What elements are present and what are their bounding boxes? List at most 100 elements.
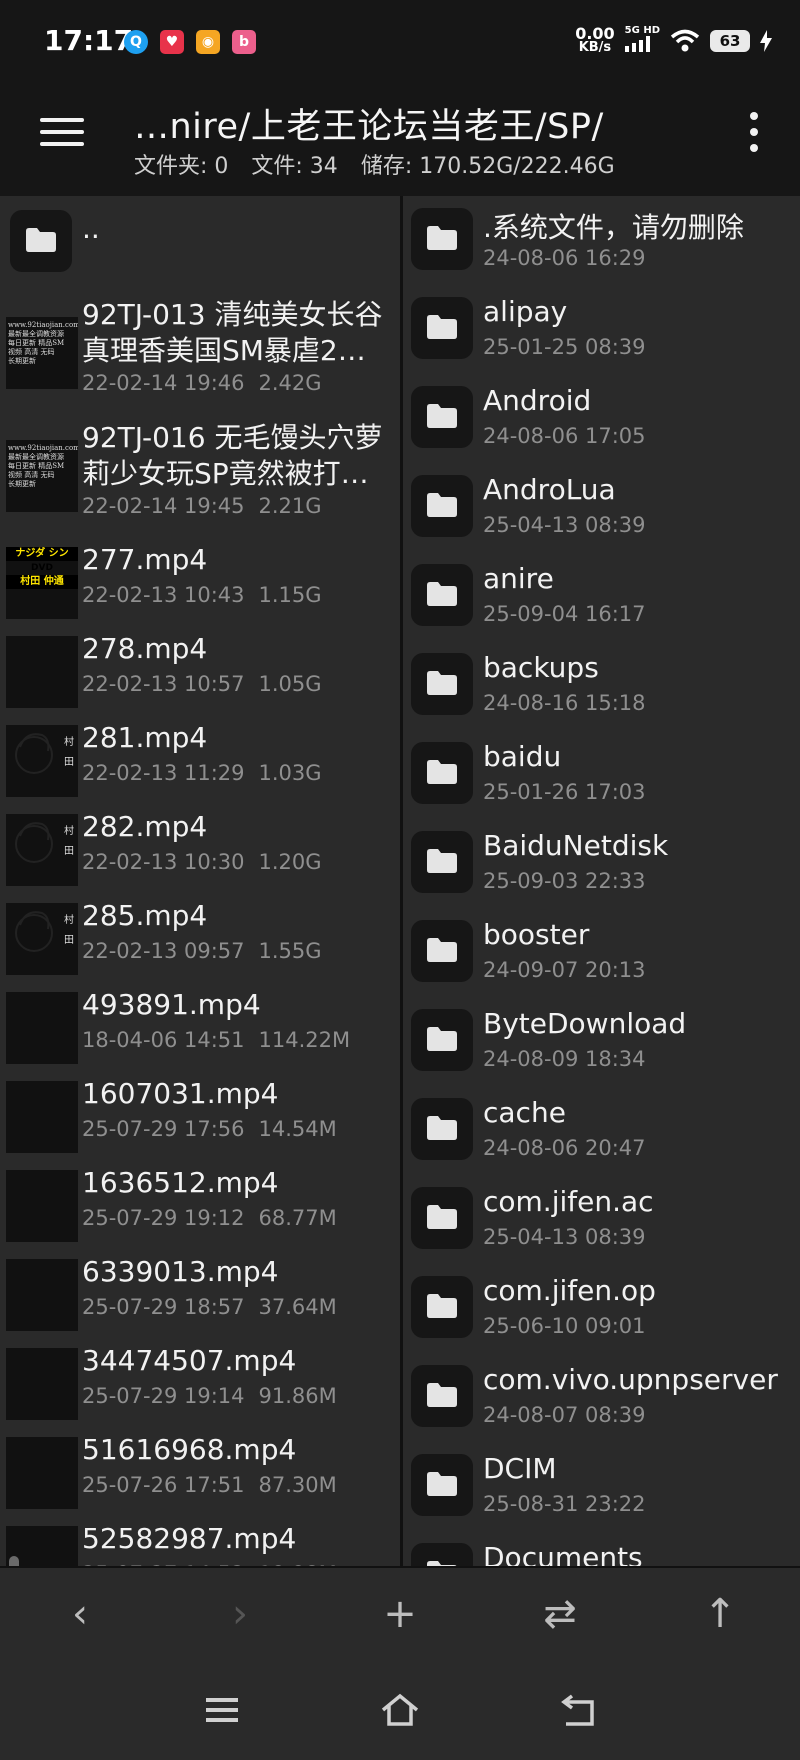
file-date: 22-02-13 11:29 bbox=[82, 761, 245, 785]
file-size: 1.55G bbox=[258, 939, 322, 963]
status-time: 17:17 bbox=[44, 24, 134, 57]
parent-directory-row[interactable]: .. bbox=[0, 196, 400, 285]
folder-date: 24-08-16 15:18 bbox=[483, 691, 646, 715]
file-row[interactable]: 村田 281.mp4 22-02-13 11:29 1.03G bbox=[0, 709, 400, 798]
folder-name: BaiduNetdisk bbox=[483, 829, 669, 862]
up-directory-button[interactable]: ↑ bbox=[696, 1590, 744, 1638]
file-name: 1636512.mp4 bbox=[82, 1166, 279, 1199]
folder-row[interactable]: ByteDownload 24-08-09 18:34 bbox=[403, 997, 800, 1086]
folder-row[interactable]: cache 24-08-06 20:47 bbox=[403, 1086, 800, 1175]
video-thumbnail bbox=[6, 636, 78, 708]
file-size: 14.54M bbox=[258, 1117, 337, 1141]
file-meta: 22-02-13 10:57 1.05G bbox=[82, 672, 322, 696]
folder-row[interactable]: AndroLua 25-04-13 08:39 bbox=[403, 463, 800, 552]
heart-app-icon: ♥ bbox=[160, 30, 184, 54]
file-name: 282.mp4 bbox=[82, 810, 208, 843]
speed-unit: KB/s bbox=[578, 39, 612, 55]
folder-name: .系统文件，请勿删除 bbox=[483, 211, 744, 244]
video-thumbnail bbox=[6, 992, 78, 1064]
folder-row[interactable]: baidu 25-01-26 17:03 bbox=[403, 730, 800, 819]
folder-row[interactable]: alipay 25-01-25 08:39 bbox=[403, 285, 800, 374]
file-size: 91.86M bbox=[258, 1384, 337, 1408]
folder-icon bbox=[411, 742, 473, 804]
network-type: 5G HD bbox=[624, 26, 660, 55]
file-meta: 25-07-26 17:51 87.30M bbox=[82, 1473, 337, 1497]
folder-row[interactable]: Documents bbox=[403, 1531, 800, 1566]
file-row[interactable]: 村田 285.mp4 22-02-13 09:57 1.55G bbox=[0, 887, 400, 976]
file-name: 6339013.mp4 bbox=[82, 1255, 279, 1288]
file-row[interactable]: 52582987.mp425-07-27 14:5219.98M bbox=[0, 1510, 400, 1566]
video-thumbnail bbox=[6, 1348, 78, 1420]
file-name: 1607031.mp4 bbox=[82, 1077, 279, 1110]
folder-name: AndroLua bbox=[483, 473, 616, 506]
folder-row[interactable]: com.jifen.ac 25-04-13 08:39 bbox=[403, 1175, 800, 1264]
left-pane[interactable]: .. www.92tiaojian.com 最新最全调教资源 每日更新 精品SM 视频… bbox=[0, 196, 400, 1566]
forward-button[interactable]: › bbox=[216, 1590, 264, 1638]
file-meta: 18-04-06 14:51 114.22M bbox=[82, 1028, 350, 1052]
file-row[interactable]: 34474507.mp4 25-07-29 19:14 91.86M bbox=[0, 1332, 400, 1421]
file-size: 2.42G bbox=[258, 371, 322, 395]
file-row[interactable]: 6339013.mp4 25-07-29 18:57 37.64M bbox=[0, 1243, 400, 1332]
video-thumbnail: ナジダ シン DVD 村田 仲通 bbox=[6, 547, 78, 619]
folder-row[interactable]: booster 24-09-07 20:13 bbox=[403, 908, 800, 997]
file-size: 37.64M bbox=[258, 1295, 337, 1319]
folder-row[interactable]: com.vivo.upnpserver 24-08-07 08:39 bbox=[403, 1353, 800, 1442]
file-row[interactable]: 1636512.mp4 25-07-29 19:12 68.77M bbox=[0, 1154, 400, 1243]
video-thumbnail: www.92tiaojian.com 最新最全调教资源 每日更新 精品SM 视频 高清… bbox=[6, 317, 78, 389]
recents-menu-icon[interactable] bbox=[202, 1690, 242, 1730]
file-name: 493891.mp4 bbox=[82, 988, 261, 1021]
right-pane[interactable]: .系统文件，请勿删除 24-08-06 16:29 alipay 25-01-25 0… bbox=[403, 196, 800, 1566]
folder-row[interactable]: Android 24-08-06 17:05 bbox=[403, 374, 800, 463]
folder-date: 25-01-26 17:03 bbox=[483, 780, 646, 804]
folder-date: 25-04-13 08:39 bbox=[483, 513, 646, 537]
file-size: 1.03G bbox=[258, 761, 322, 785]
file-row[interactable]: 村田 282.mp4 22-02-13 10:30 1.20G bbox=[0, 798, 400, 887]
folder-name: anire bbox=[483, 562, 554, 595]
folder-row[interactable]: com.jifen.op 25-06-10 09:01 bbox=[403, 1264, 800, 1353]
menu-icon[interactable] bbox=[40, 118, 84, 152]
home-icon[interactable] bbox=[380, 1690, 420, 1730]
back-button[interactable]: ‹ bbox=[56, 1590, 104, 1638]
folder-date: 24-08-07 08:39 bbox=[483, 1403, 646, 1427]
folder-row[interactable]: .系统文件，请勿删除 24-08-06 16:29 bbox=[403, 196, 800, 285]
folder-name: cache bbox=[483, 1096, 566, 1129]
svg-text:田: 田 bbox=[64, 846, 74, 857]
add-button[interactable]: + bbox=[376, 1590, 424, 1638]
folder-date: 25-08-31 23:22 bbox=[483, 1492, 646, 1516]
folder-row[interactable]: BaiduNetdisk 25-09-03 22:33 bbox=[403, 819, 800, 908]
folder-row[interactable]: anire 25-09-04 16:17 bbox=[403, 552, 800, 641]
file-name: 34474507.mp4 bbox=[82, 1344, 297, 1377]
folder-icon bbox=[411, 386, 473, 448]
file-row[interactable]: 278.mp4 22-02-13 10:57 1.05G bbox=[0, 620, 400, 709]
notification-icons: Q ♥ ◉ b bbox=[124, 30, 256, 54]
file-row[interactable]: ナジダ シン DVD 村田 仲通 277.mp4 22-02-13 10:43 1.15G bbox=[0, 531, 400, 620]
current-path[interactable]: …nire/上老王论坛当老王/SP/ bbox=[134, 98, 604, 149]
file-date: 22-02-13 09:57 bbox=[82, 939, 245, 963]
folder-icon bbox=[411, 653, 473, 715]
swap-panes-button[interactable]: ⇄ bbox=[536, 1590, 584, 1638]
folder-row[interactable]: backups 24-08-16 15:18 bbox=[403, 641, 800, 730]
file-count: 文件: 34 bbox=[251, 154, 338, 179]
folder-row[interactable]: DCIM 25-08-31 23:22 bbox=[403, 1442, 800, 1531]
folder-icon bbox=[411, 1009, 473, 1071]
weibo-icon: ◉ bbox=[196, 30, 220, 54]
file-row[interactable]: www.92tiaojian.com 最新最全调教资源 每日更新 精品SM 视频 高清… bbox=[0, 408, 400, 531]
folder-name: com.vivo.upnpserver bbox=[483, 1363, 778, 1396]
file-name: 51616968.mp4 bbox=[82, 1433, 297, 1466]
folder-icon bbox=[411, 831, 473, 893]
file-row[interactable]: 493891.mp4 18-04-06 14:51 114.22M bbox=[0, 976, 400, 1065]
file-row[interactable]: www.92tiaojian.com 最新最全调教资源 每日更新 精品SM 视频 高清… bbox=[0, 285, 400, 408]
folder-icon bbox=[411, 1543, 473, 1566]
video-thumbnail bbox=[6, 1081, 78, 1153]
more-options-icon[interactable] bbox=[744, 112, 764, 158]
svg-text:村: 村 bbox=[64, 824, 74, 837]
file-row[interactable]: 1607031.mp4 25-07-29 17:56 14.54M bbox=[0, 1065, 400, 1154]
folder-date: 24-08-06 17:05 bbox=[483, 424, 646, 448]
folder-date: 25-06-10 09:01 bbox=[483, 1314, 646, 1338]
file-meta: 22-02-13 10:30 1.20G bbox=[82, 850, 322, 874]
back-nav-icon[interactable] bbox=[558, 1690, 598, 1730]
folder-icon bbox=[411, 1454, 473, 1516]
video-thumbnail: www.92tiaojian.com 最新最全调教资源 每日更新 精品SM 视频 高清… bbox=[6, 440, 78, 512]
file-size: 2.21G bbox=[258, 494, 322, 518]
file-row[interactable]: 51616968.mp4 25-07-26 17:51 87.30M bbox=[0, 1421, 400, 1510]
